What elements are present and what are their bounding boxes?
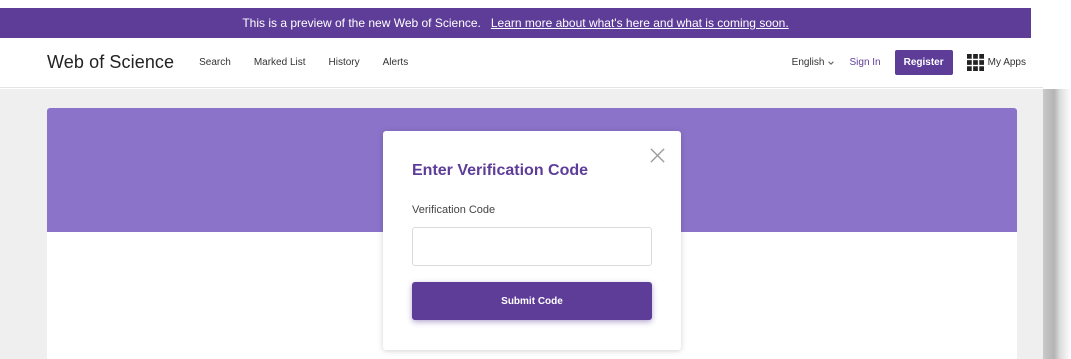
grid-icon [966,54,984,71]
close-icon[interactable] [649,147,666,164]
chevron-down-icon [828,60,835,65]
banner-learn-more-link[interactable]: Learn more about what's here and what is… [491,16,789,30]
brand-logo[interactable]: Web of Science [47,52,174,73]
sign-in-link[interactable]: Sign In [849,57,880,68]
language-label: English [791,57,825,68]
nav-search[interactable]: Search [199,57,231,68]
nav-alerts[interactable]: Alerts [383,57,409,68]
main-nav: Search Marked List History Alerts [199,57,408,68]
register-button[interactable]: Register [894,50,953,75]
page-scroll-edge [1043,89,1071,359]
verification-code-input[interactable] [412,227,652,266]
top-header: Web of Science Search Marked List Histor… [0,38,1043,88]
my-apps-button[interactable]: My Apps [966,54,1026,71]
my-apps-label: My Apps [987,57,1026,68]
verification-code-label: Verification Code [412,204,496,216]
banner-text: This is a preview of the new Web of Scie… [242,16,481,30]
preview-banner: This is a preview of the new Web of Scie… [0,8,1031,38]
header-actions: English Sign In Register My Apps [792,50,1026,75]
language-selector[interactable]: English [792,57,836,68]
nav-history[interactable]: History [329,57,360,68]
verification-modal: Enter Verification Code Verification Cod… [383,131,681,350]
modal-title: Enter Verification Code [412,162,589,179]
nav-marked-list[interactable]: Marked List [254,57,306,68]
submit-code-button[interactable]: Submit Code [412,282,652,320]
